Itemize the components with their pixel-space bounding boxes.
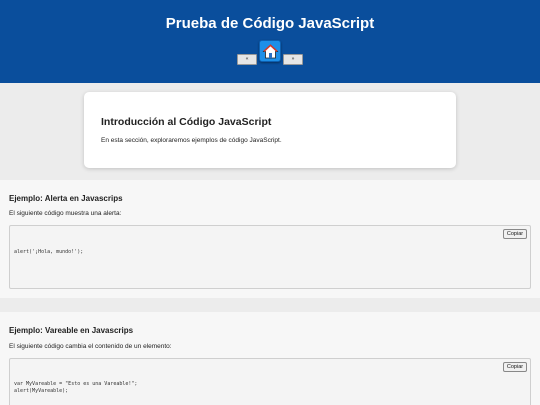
copy-button[interactable]: Copiar bbox=[503, 362, 527, 372]
code-block[interactable]: Copiar alert('¡Hola, mundo!'); bbox=[9, 225, 531, 289]
copy-button[interactable]: Copiar bbox=[503, 229, 527, 239]
section-title: Ejemplo: Alerta en Javascrips bbox=[9, 194, 123, 203]
intro-card: Introducción al Código JavaScript En est… bbox=[84, 92, 456, 168]
code-text: alert('¡Hola, mundo!'); bbox=[14, 249, 84, 255]
home-button[interactable] bbox=[259, 40, 281, 62]
page-title: Prueba de Código JavaScript bbox=[165, 15, 375, 32]
page-header: Prueba de Código JavaScript « » bbox=[0, 0, 540, 83]
prev-button[interactable]: « bbox=[237, 54, 257, 65]
example-section-alert: Ejemplo: Alerta en Javascrips El siguien… bbox=[0, 180, 540, 298]
section-title: Ejemplo: Vareable en Javascrips bbox=[9, 326, 134, 335]
intro-title: Introducción al Código JavaScript bbox=[101, 116, 272, 128]
example-section-variable: Ejemplo: Vareable en Javascrips El sigui… bbox=[0, 312, 540, 405]
section-description: El siguiente código cambia el contenido … bbox=[9, 343, 172, 350]
code-text: var MyVareable = "Esto es una Vareable!"… bbox=[14, 381, 138, 394]
code-block[interactable]: Copiar var MyVareable = "Esto es una Var… bbox=[9, 358, 531, 405]
section-description: El siguiente código muestra una alerta: bbox=[9, 210, 122, 217]
next-button[interactable]: » bbox=[283, 54, 303, 65]
intro-text: En esta sección, exploraremos ejemplos d… bbox=[101, 137, 282, 144]
home-icon bbox=[262, 44, 279, 59]
